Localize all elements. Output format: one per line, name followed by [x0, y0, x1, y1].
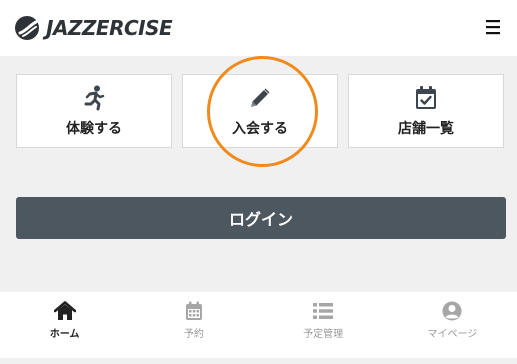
hamburger-menu-button[interactable]: [484, 18, 502, 36]
user-circle-icon: [442, 301, 462, 321]
app-header: JAZZERCISE: [0, 0, 517, 56]
nav-mypage-label: マイページ: [427, 329, 478, 340]
highlight-circle: [207, 56, 318, 167]
bottom-nav: ホーム 予約 予定管理 マイページ: [0, 292, 517, 358]
calendar-check-icon: [416, 86, 436, 109]
trial-label: 体験する: [66, 121, 122, 137]
nav-schedule-label: 予定管理: [303, 329, 344, 340]
hamburger-icon: [486, 20, 500, 35]
nav-reserve-label: 予約: [183, 329, 204, 340]
jazzercise-logo-icon: [15, 16, 39, 40]
running-icon: [84, 85, 105, 111]
nav-schedule[interactable]: 予定管理: [259, 292, 388, 358]
home-icon: [53, 301, 76, 320]
brand-name: JAZZERCISE: [46, 16, 173, 40]
trial-card[interactable]: 体験する: [16, 74, 172, 148]
studio-list-label: 店舗一覧: [398, 121, 454, 137]
calendar-icon: [185, 301, 202, 320]
brand-logo[interactable]: JAZZERCISE: [14, 12, 173, 44]
login-button[interactable]: ログイン: [16, 197, 506, 239]
studio-list-card[interactable]: 店舗一覧: [348, 74, 504, 148]
nav-home-label: ホーム: [49, 329, 80, 340]
nav-reserve[interactable]: 予約: [129, 292, 258, 358]
nav-home[interactable]: ホーム: [0, 292, 129, 358]
nav-mypage[interactable]: マイページ: [388, 292, 517, 358]
list-icon: [313, 303, 334, 319]
